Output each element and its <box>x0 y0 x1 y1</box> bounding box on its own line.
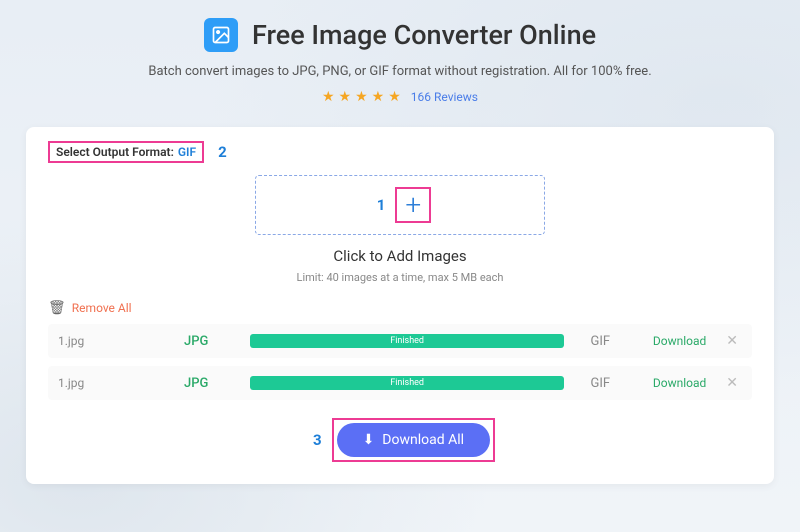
step-3-marker: 3 <box>313 431 322 449</box>
filename: 1.jpg <box>58 376 168 390</box>
plus-icon: + <box>405 191 421 219</box>
output-format-row: Select Output Format: GIF 2 <box>48 141 752 163</box>
star-icon: ★ <box>388 89 401 105</box>
progress-status: Finished <box>390 378 424 388</box>
progress-bar: Finished <box>250 376 564 390</box>
download-icon: ⬇ <box>363 432 375 448</box>
download-all-row: 3 ⬇ Download All <box>48 418 752 462</box>
star-icon: ★ <box>322 89 335 105</box>
source-format: JPG <box>184 334 234 349</box>
remove-file-icon[interactable]: ✕ <box>722 333 742 349</box>
download-all-highlight: ⬇ Download All <box>332 418 495 462</box>
converter-card: Select Output Format: GIF 2 1 + Click to… <box>26 127 774 484</box>
star-icon: ★ <box>339 89 352 105</box>
trash-icon: 🗑 <box>48 300 66 316</box>
progress-status: Finished <box>390 336 424 346</box>
star-icon: ★ <box>372 89 385 105</box>
dropzone[interactable]: 1 + <box>255 175 545 235</box>
target-format: GIF <box>580 376 620 391</box>
remove-all-button[interactable]: 🗑 Remove All <box>48 300 752 316</box>
reviews-link[interactable]: 166 Reviews <box>411 90 478 104</box>
file-row: 1.jpg JPG Finished GIF Download ✕ <box>48 324 752 358</box>
limit-text: Limit: 40 images at a time, max 5 MB eac… <box>48 271 752 284</box>
rating-row: ★ ★ ★ ★ ★ 166 Reviews <box>0 89 800 105</box>
page-subtitle: Batch convert images to JPG, PNG, or GIF… <box>0 64 800 79</box>
target-format: GIF <box>580 334 620 349</box>
step-1-marker: 1 <box>377 196 386 214</box>
download-all-button[interactable]: ⬇ Download All <box>337 423 490 457</box>
output-format-selector[interactable]: Select Output Format: GIF <box>48 141 204 163</box>
format-value: GIF <box>178 145 196 159</box>
title-row: Free Image Converter Online <box>0 18 800 52</box>
add-images-button[interactable]: + <box>395 187 431 223</box>
download-link[interactable]: Download <box>636 376 706 390</box>
source-format: JPG <box>184 376 234 391</box>
remove-file-icon[interactable]: ✕ <box>722 375 742 391</box>
filename: 1.jpg <box>58 334 168 348</box>
star-icon: ★ <box>355 89 368 105</box>
step-2-marker: 2 <box>218 143 227 161</box>
download-all-label: Download All <box>382 432 464 448</box>
app-logo-icon <box>204 18 238 52</box>
format-label: Select Output Format: <box>56 145 174 159</box>
file-row: 1.jpg JPG Finished GIF Download ✕ <box>48 366 752 400</box>
add-images-text: Click to Add Images <box>48 247 752 265</box>
page-title: Free Image Converter Online <box>252 19 596 51</box>
download-link[interactable]: Download <box>636 334 706 348</box>
page-header: Free Image Converter Online Batch conver… <box>0 0 800 113</box>
progress-bar: Finished <box>250 334 564 348</box>
remove-all-label: Remove All <box>72 301 132 315</box>
